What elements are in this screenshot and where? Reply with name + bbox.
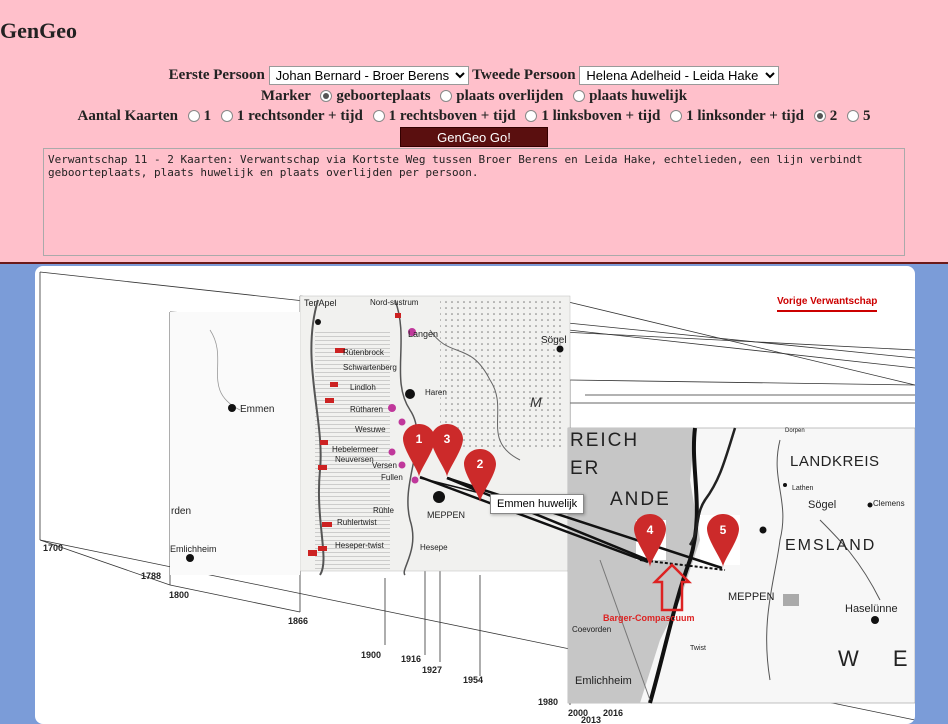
year-label: 2016 [603, 708, 624, 718]
map2-label: ANDE [610, 489, 671, 510]
map1-label: Rütharen [350, 405, 383, 414]
maps-option-label: 1 [203, 108, 212, 124]
annotation-label: Barger-Compascuum [603, 613, 695, 623]
marker-radio-huwelijk[interactable] [573, 89, 586, 102]
map2-label: ER [570, 458, 600, 479]
maps-radio-2[interactable] [813, 109, 826, 122]
year-label: 1866 [288, 616, 309, 626]
map-1: Ter Apel Emmen Langen Rütenbrock Schwart… [170, 295, 571, 576]
maps-option-label: 1 linksboven + tijd [541, 108, 661, 124]
map1-label: rden [171, 506, 191, 517]
marker-radio-geboorteplaats[interactable] [320, 89, 333, 102]
marker-5-label: 5 [720, 523, 727, 537]
maps-radio-1[interactable] [187, 109, 200, 122]
year-label: 1954 [463, 675, 484, 685]
map1-label: Ter Apel [304, 298, 337, 308]
year-label: 1788 [141, 571, 162, 581]
year-label: 1800 [169, 590, 190, 600]
year-label: 1980 [538, 697, 559, 707]
map-panel: Ter Apel Emmen Langen Rütenbrock Schwart… [35, 266, 915, 724]
map1-label: Rütenbrock [343, 348, 385, 357]
control-panel: GenGeo Eerste Persoon Johan Bernard - Br… [0, 0, 948, 264]
person-row: Eerste Persoon Johan Bernard - Broer Ber… [0, 66, 948, 85]
map1-label: Nord-sustrum [370, 298, 419, 307]
year-label: 1900 [361, 650, 382, 660]
map-2: LANDKREIS EMSLAND MEPPEN Sögel Haselünne… [567, 427, 915, 704]
marker-2-label: 2 [477, 457, 484, 471]
map1-label: Fullen [381, 473, 403, 482]
map2-label: Sögel [808, 499, 836, 511]
map1-label: Hesepe [420, 543, 448, 552]
map2-label: Haselünne [845, 603, 898, 615]
map2-label: REICH [570, 430, 639, 451]
maps-option-label: 1 linksonder + tijd [686, 108, 804, 124]
map1-label: Sögel [541, 335, 567, 346]
maps-radio-5[interactable] [847, 109, 859, 122]
previous-relation-link[interactable]: Vorige Verwantschap [777, 296, 878, 312]
maps-radio-linksonder[interactable] [670, 109, 683, 122]
map2-label: W E [838, 646, 915, 671]
map1-label: MEPPEN [427, 510, 465, 520]
map2-label: MEPPEN [728, 591, 775, 603]
marker-row: Marker geboorteplaats plaats overlijden … [0, 88, 948, 105]
marker-radio-overlijden[interactable] [440, 89, 453, 102]
map2-label: Emlichheim [575, 675, 632, 687]
maps-option-label: 5 [863, 108, 871, 124]
map2-label: LANDKREIS [790, 453, 880, 470]
map2-label: Coevorden [572, 625, 611, 634]
maps-radio-rechtsboven[interactable] [372, 109, 385, 122]
year-label: 1927 [422, 665, 443, 675]
map2-label: EMSLAND [785, 537, 876, 554]
map2-label: Dorpen [785, 428, 805, 434]
person1-select[interactable]: Johan Bernard - Broer Berens [268, 66, 469, 85]
map1-label: Schwartenberg [343, 363, 397, 372]
map-visual: Ter Apel Emmen Langen Rütenbrock Schwart… [39, 271, 915, 721]
marker-option-label: plaats huwelijk [589, 88, 688, 104]
map1-label: Versen [372, 461, 397, 470]
person2-select[interactable]: Helena Adelheid - Leida Hake [579, 66, 780, 85]
svg-text:M: M [530, 394, 542, 410]
description-textarea[interactable]: Verwantschap 11 - 2 Kaarten: Verwantscha… [43, 148, 905, 256]
map1-label: Emmen [240, 404, 274, 415]
map1-label: Neuversen [335, 455, 374, 464]
marker-4-label: 4 [647, 523, 654, 537]
person2-label: Tweede Persoon [472, 66, 576, 83]
maps-label: Aantal Kaarten [77, 108, 178, 124]
marker-1-label: 1 [416, 432, 423, 446]
maps-radio-linksboven[interactable] [525, 109, 538, 122]
marker-option-label: plaats overlijden [456, 88, 564, 104]
maps-row: Aantal Kaarten 1 1 rechtsonder + tijd 1 … [0, 108, 948, 125]
map2-label: Clemens [873, 499, 905, 508]
year-label: 1700 [43, 543, 64, 553]
maps-option-label: 1 rechtsonder + tijd [236, 108, 363, 124]
map2-label: Lathen [792, 485, 814, 492]
map1-label: Rühle [373, 506, 394, 515]
map2-label: Twist [690, 645, 706, 652]
map1-label: Lindloh [350, 383, 376, 392]
map1-label: Emlichheim [170, 544, 217, 554]
map1-label: Ruhlertwist [337, 518, 377, 527]
person1-label: Eerste Persoon [168, 66, 265, 83]
map1-label: Wesuwe [355, 425, 386, 434]
marker-label: Marker [260, 88, 311, 104]
map1-label: Heseper-twist [335, 541, 385, 550]
year-label: 1916 [401, 654, 422, 664]
maps-option-label: 1 rechtsboven + tijd [388, 108, 516, 124]
year-label: 2013 [581, 715, 602, 724]
map1-label: Langen [408, 329, 438, 339]
app-title: GenGeo [0, 18, 77, 43]
maps-option-label: 2 [829, 108, 838, 124]
gengeo-go-button[interactable]: GenGeo Go! [400, 127, 548, 147]
maps-radio-rechtsonder[interactable] [220, 109, 233, 122]
marker-option-label: geboorteplaats [336, 88, 431, 104]
map1-label: Hebelermeer [332, 445, 379, 454]
map1-label: Haren [425, 388, 447, 397]
marker-tooltip: Emmen huwelijk [490, 494, 585, 514]
marker-3-label: 3 [444, 432, 451, 446]
